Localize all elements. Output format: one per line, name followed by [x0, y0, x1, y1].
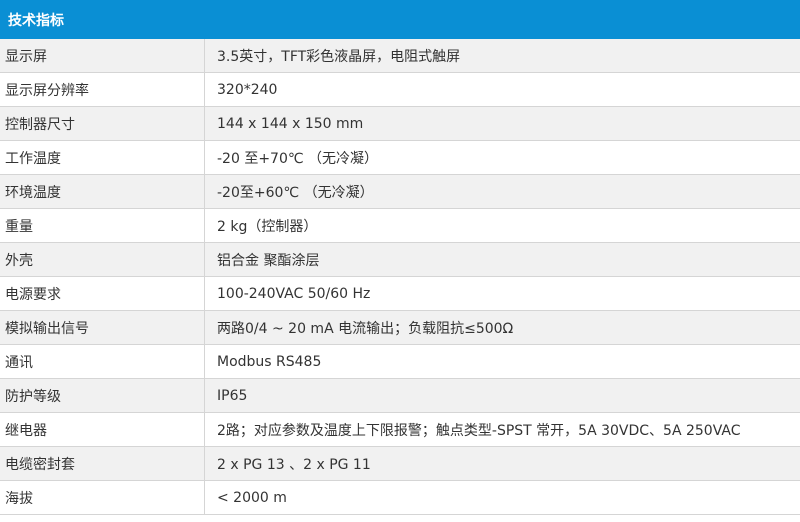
table-row: 控制器尺寸 144 x 144 x 150 mm [0, 107, 800, 141]
table-row: 海拔 < 2000 m [0, 481, 800, 515]
table-row: 工作温度 -20 至+70℃ （无冷凝） [0, 141, 800, 175]
row-label: 外壳 [0, 243, 205, 276]
row-label: 重量 [0, 209, 205, 242]
row-value: 铝合金 聚酯涂层 [217, 252, 320, 269]
row-label: 电缆密封套 [0, 447, 205, 480]
table-header: 技术指标 [0, 0, 800, 39]
row-value: 两路0/4 ~ 20 mA 电流输出；负载阻抗≤500Ω [217, 320, 514, 337]
table-row: 环境温度 -20至+60℃ （无冷凝） [0, 175, 800, 209]
row-value: Modbus RS485 [217, 353, 322, 370]
row-label: 海拔 [0, 481, 205, 514]
row-label: 继电器 [0, 413, 205, 446]
table-row: 防护等级 IP65 [0, 379, 800, 413]
row-label: 控制器尺寸 [0, 107, 205, 140]
row-value: -20至+60℃ （无冷凝） [217, 184, 374, 201]
table-row: 继电器 2路；对应参数及温度上下限报警；触点类型-SPST 常开，5A 30VDC… [0, 413, 800, 447]
row-label: 防护等级 [0, 379, 205, 412]
row-label: 显示屏 [0, 39, 205, 72]
table-row: 外壳 铝合金 聚酯涂层 [0, 243, 800, 277]
row-label: 模拟输出信号 [0, 311, 205, 344]
row-value: 2 kg（控制器） [217, 218, 318, 235]
row-value: 100-240VAC 50/60 Hz [217, 285, 371, 302]
header-title: 技术指标 [8, 12, 64, 29]
row-label: 显示屏分辨率 [0, 73, 205, 106]
row-label: 电源要求 [0, 277, 205, 310]
row-label: 工作温度 [0, 141, 205, 174]
row-label: 通讯 [0, 345, 205, 378]
table-row: 显示屏 3.5英寸，TFT彩色液晶屏，电阻式触屏 [0, 39, 800, 73]
row-value: -20 至+70℃ （无冷凝） [217, 150, 379, 167]
table-body: 显示屏 3.5英寸，TFT彩色液晶屏，电阻式触屏 显示屏分辨率 320*240 控制… [0, 39, 800, 515]
table-row: 模拟输出信号 两路0/4 ~ 20 mA 电流输出；负载阻抗≤500Ω [0, 311, 800, 345]
row-value: 2 x PG 13 、2 x PG 11 [217, 456, 371, 473]
row-value: < 2000 m [217, 489, 287, 506]
spec-table: 技术指标 显示屏 3.5英寸，TFT彩色液晶屏，电阻式触屏 显示屏分辨率 320*2… [0, 0, 800, 515]
row-value: 2路；对应参数及温度上下限报警；触点类型-SPST 常开，5A 30VDC、5A… [217, 422, 741, 439]
table-row: 通讯 Modbus RS485 [0, 345, 800, 379]
row-value: 144 x 144 x 150 mm [217, 115, 364, 132]
table-row: 电源要求 100-240VAC 50/60 Hz [0, 277, 800, 311]
table-row: 显示屏分辨率 320*240 [0, 73, 800, 107]
row-value: 3.5英寸，TFT彩色液晶屏，电阻式触屏 [217, 48, 461, 65]
row-value: IP65 [217, 387, 248, 404]
row-value: 320*240 [217, 81, 278, 98]
table-row: 重量 2 kg（控制器） [0, 209, 800, 243]
table-row: 电缆密封套 2 x PG 13 、2 x PG 11 [0, 447, 800, 481]
row-label: 环境温度 [0, 175, 205, 208]
